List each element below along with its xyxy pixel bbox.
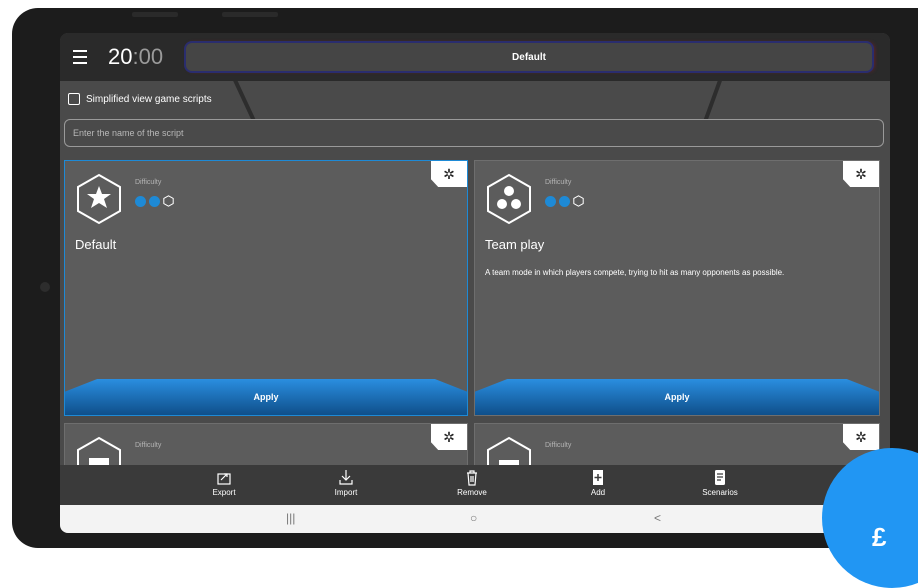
script-card-team-play[interactable]: Difficulty Team play A team mode in whic… <box>474 160 880 416</box>
simplified-view-label: Simplified view game scripts <box>86 93 212 105</box>
scenarios-button[interactable]: Scenarios <box>690 469 750 497</box>
script-settings-button[interactable]: ✲ <box>431 424 467 450</box>
difficulty-rating <box>545 195 584 207</box>
script-title: Default <box>75 237 117 252</box>
export-button[interactable]: Export <box>194 469 254 497</box>
difficulty-dot-filled <box>559 195 570 207</box>
script-search-input[interactable] <box>64 119 884 147</box>
simplified-view-checkbox[interactable] <box>68 93 80 105</box>
difficulty-rating <box>135 195 174 207</box>
gear-icon: ✲ <box>443 166 455 182</box>
difficulty-label: Difficulty <box>545 442 572 449</box>
scenarios-label: Scenarios <box>702 488 738 497</box>
top-bar: 20:00 Default <box>60 33 890 81</box>
export-label: Export <box>212 488 236 497</box>
trash-icon <box>467 470 477 486</box>
current-script-name: Default <box>512 51 546 63</box>
difficulty-dot-filled <box>149 195 160 207</box>
import-icon <box>339 470 353 485</box>
timer-minutes: 20 <box>108 44 133 69</box>
difficulty-label: Difficulty <box>135 179 162 186</box>
difficulty-dot-filled <box>545 195 556 207</box>
back-button[interactable]: < <box>654 511 661 525</box>
skulls-icon <box>487 173 531 225</box>
apply-label: Apply <box>664 392 690 402</box>
star-icon <box>77 173 121 225</box>
power-button <box>222 12 278 17</box>
remove-label: Remove <box>457 488 487 497</box>
add-document-icon <box>593 470 603 485</box>
difficulty-dot-empty <box>573 195 584 207</box>
difficulty-label: Difficulty <box>135 442 162 449</box>
difficulty-dot-empty <box>163 195 174 207</box>
script-settings-button[interactable]: ✲ <box>843 161 879 187</box>
home-button[interactable]: ○ <box>470 511 477 525</box>
script-title: Team play <box>485 237 545 252</box>
import-label: Import <box>334 488 358 497</box>
overlay-glyph: £ <box>872 522 887 552</box>
game-timer: 20:00 <box>108 44 178 70</box>
script-settings-button[interactable]: ✲ <box>431 161 467 187</box>
recents-button[interactable]: ||| <box>286 511 295 525</box>
gear-icon: ✲ <box>443 429 455 445</box>
apply-label: Apply <box>253 392 279 402</box>
app-screen: 20:00 Default Simplified view game scrip… <box>60 33 890 533</box>
system-navigation-bar: ||| ○ < <box>60 505 890 533</box>
hamburger-menu-icon[interactable] <box>60 33 100 81</box>
difficulty-dot-filled <box>135 195 146 207</box>
difficulty-label: Difficulty <box>545 179 572 186</box>
gear-icon: ✲ <box>855 429 867 445</box>
remove-button[interactable]: Remove <box>442 469 502 497</box>
export-icon <box>217 473 231 485</box>
scenarios-icon <box>715 470 725 485</box>
add-button[interactable]: Add <box>568 469 628 497</box>
script-settings-button[interactable]: ✲ <box>843 424 879 450</box>
bottom-toolbar: Export Import Remove Add Scenarios <box>60 465 890 505</box>
front-camera <box>40 282 50 292</box>
script-card-default[interactable]: Difficulty Default ✲ Apply <box>64 160 468 416</box>
current-script-selector[interactable]: Default <box>186 43 872 71</box>
gear-icon: ✲ <box>855 166 867 182</box>
volume-button <box>132 12 178 17</box>
apply-button[interactable]: Apply <box>65 379 467 415</box>
script-description: A team mode in which players compete, tr… <box>485 268 785 277</box>
simplified-view-toggle[interactable]: Simplified view game scripts <box>68 93 212 105</box>
apply-button[interactable]: Apply <box>475 379 879 415</box>
timer-seconds: :00 <box>132 44 164 69</box>
add-label: Add <box>590 488 606 497</box>
import-button[interactable]: Import <box>316 469 376 497</box>
